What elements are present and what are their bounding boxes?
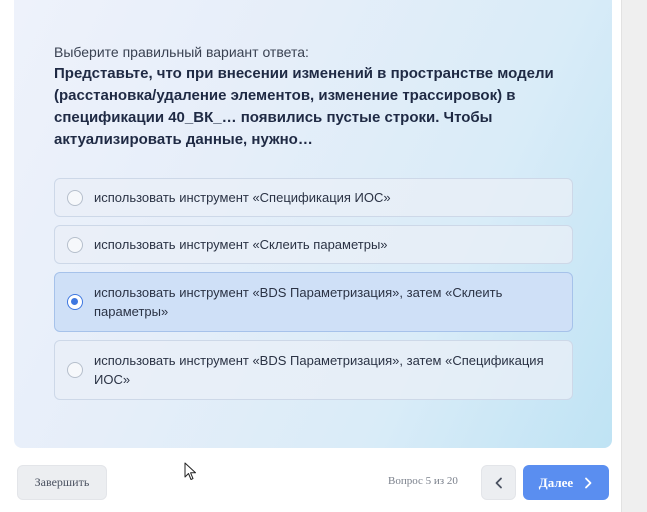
question-text: Представьте, что при внесении изменений …	[54, 65, 554, 148]
chevron-left-icon	[495, 477, 502, 488]
radio-button[interactable]	[67, 236, 83, 253]
chevron-right-icon	[585, 477, 592, 488]
answer-option-label: использовать инструмент «Спецификация ИО…	[94, 190, 391, 205]
answer-option-2[interactable]: использовать инструмент «Склеить парамет…	[54, 225, 573, 264]
answer-option-3[interactable]: использовать инструмент «BDS Параметриза…	[54, 272, 573, 332]
answer-option-1[interactable]: использовать инструмент «Спецификация ИО…	[54, 178, 573, 217]
mouse-pointer-icon	[184, 462, 196, 480]
answer-option-label: использовать инструмент «Склеить парамет…	[94, 237, 388, 252]
question-card: Выберите правильный вариант ответа: Пред…	[14, 0, 612, 448]
previous-button[interactable]	[481, 465, 516, 500]
next-button[interactable]: Далее	[523, 465, 609, 500]
answer-option-4[interactable]: использовать инструмент «BDS Параметриза…	[54, 340, 573, 400]
answer-prompt: Выберите правильный вариант ответа:	[54, 44, 309, 60]
answer-option-label: использовать инструмент «BDS Параметриза…	[94, 285, 503, 319]
radio-button[interactable]	[67, 362, 83, 378]
next-button-label: Далее	[538, 474, 574, 490]
radio-button-selected[interactable]	[67, 294, 83, 310]
finish-button[interactable]: Завершить	[17, 465, 107, 500]
question-counter: Вопрос 5 из 20	[388, 475, 458, 487]
answer-options: использовать инструмент «Спецификация ИО…	[54, 178, 573, 408]
answer-option-label: использовать инструмент «BDS Параметриза…	[94, 353, 544, 387]
window-gutter	[622, 0, 647, 512]
quiz-panel: Выберите правильный вариант ответа: Пред…	[0, 0, 622, 512]
radio-button[interactable]	[67, 189, 83, 206]
